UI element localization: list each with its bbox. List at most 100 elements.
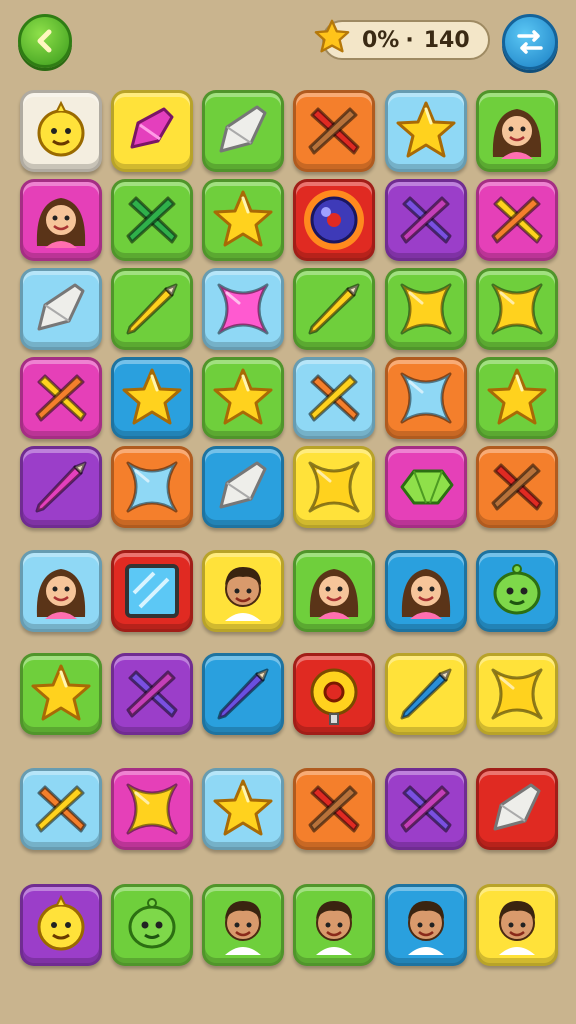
tile-r3-c4[interactable] bbox=[293, 268, 375, 350]
star-icon bbox=[487, 368, 547, 425]
x-star-icon bbox=[491, 283, 543, 335]
tile-r1-c1[interactable] bbox=[20, 90, 102, 172]
tile-r6-c3[interactable] bbox=[202, 550, 284, 632]
x-star-icon bbox=[126, 783, 178, 835]
x-star-icon bbox=[491, 668, 543, 720]
crossed-crayons-icon bbox=[308, 107, 360, 155]
bomb-orb-icon bbox=[304, 190, 364, 250]
tile-r7-c3[interactable] bbox=[202, 653, 284, 735]
tile-r9-c3[interactable] bbox=[202, 884, 284, 966]
tile-r5-c3[interactable] bbox=[202, 446, 284, 528]
x-star-icon bbox=[217, 283, 269, 335]
magenta-gem-icon bbox=[130, 107, 174, 149]
yellow-creature-icon bbox=[37, 894, 85, 951]
tile-r2-c6[interactable] bbox=[476, 179, 558, 261]
tile-r2-c3[interactable] bbox=[202, 179, 284, 261]
tile-r7-c4[interactable] bbox=[293, 653, 375, 735]
x-star-icon bbox=[308, 461, 360, 513]
tile-r4-c4[interactable] bbox=[293, 357, 375, 439]
tile-r5-c1[interactable] bbox=[20, 446, 102, 528]
crayon-icon bbox=[400, 668, 452, 720]
white-gem-icon bbox=[493, 783, 541, 831]
tile-r9-c6[interactable] bbox=[476, 884, 558, 966]
tile-r8-c5[interactable] bbox=[385, 768, 467, 850]
boy-face-icon bbox=[408, 901, 444, 955]
crossed-crayons-icon bbox=[491, 196, 543, 244]
tile-r4-c1[interactable] bbox=[20, 357, 102, 439]
tile-r3-c6[interactable] bbox=[476, 268, 558, 350]
tile-r6-c6[interactable] bbox=[476, 550, 558, 632]
girl-face-icon bbox=[309, 569, 359, 619]
tile-r1-c3[interactable] bbox=[202, 90, 284, 172]
tile-r4-c3[interactable] bbox=[202, 357, 284, 439]
x-star-icon bbox=[126, 461, 178, 513]
tile-r3-c5[interactable] bbox=[385, 268, 467, 350]
tile-r9-c4[interactable] bbox=[293, 884, 375, 966]
crossed-crayons-icon bbox=[126, 670, 178, 718]
star-icon bbox=[213, 190, 273, 247]
tile-r8-c1[interactable] bbox=[20, 768, 102, 850]
mirror-square-icon bbox=[125, 564, 179, 618]
green-creature-icon bbox=[128, 898, 176, 949]
tile-r5-c4[interactable] bbox=[293, 446, 375, 528]
tile-r7-c6[interactable] bbox=[476, 653, 558, 735]
tile-r7-c5[interactable] bbox=[385, 653, 467, 735]
crossed-crayons-icon bbox=[491, 463, 543, 511]
tile-r6-c2[interactable] bbox=[111, 550, 193, 632]
tile-r1-c4[interactable] bbox=[293, 90, 375, 172]
tile-r8-c2[interactable] bbox=[111, 768, 193, 850]
crayon-icon bbox=[217, 668, 269, 720]
crossed-crayons-icon bbox=[126, 196, 178, 244]
tile-r5-c2[interactable] bbox=[111, 446, 193, 528]
tile-r6-c5[interactable] bbox=[385, 550, 467, 632]
donut-ring-icon bbox=[310, 668, 358, 725]
girl-face-icon bbox=[36, 569, 86, 619]
tile-r8-c4[interactable] bbox=[293, 768, 375, 850]
boy-face-icon bbox=[225, 901, 261, 955]
tile-r1-c6[interactable] bbox=[476, 90, 558, 172]
crossed-crayons-icon bbox=[35, 785, 87, 833]
yellow-creature-icon bbox=[37, 100, 85, 157]
crossed-crayons-icon bbox=[35, 374, 87, 422]
tile-r8-c6[interactable] bbox=[476, 768, 558, 850]
tile-r5-c5[interactable] bbox=[385, 446, 467, 528]
star-icon bbox=[31, 664, 91, 721]
tile-r6-c4[interactable] bbox=[293, 550, 375, 632]
star-icon bbox=[122, 368, 182, 425]
girl-face-icon bbox=[492, 109, 542, 159]
crayon-icon bbox=[35, 461, 87, 513]
tile-r9-c1[interactable] bbox=[20, 884, 102, 966]
tile-r4-c5[interactable] bbox=[385, 357, 467, 439]
tile-r2-c5[interactable] bbox=[385, 179, 467, 261]
green-gem-icon bbox=[400, 469, 454, 505]
tile-r2-c1[interactable] bbox=[20, 179, 102, 261]
crayon-icon bbox=[126, 283, 178, 335]
tile-r2-c2[interactable] bbox=[111, 179, 193, 261]
white-gem-icon bbox=[219, 105, 267, 153]
tile-r8-c3[interactable] bbox=[202, 768, 284, 850]
girl-face-icon bbox=[36, 198, 86, 248]
tile-r6-c1[interactable] bbox=[20, 550, 102, 632]
boy-face-icon bbox=[225, 567, 261, 621]
boy-face-icon bbox=[499, 901, 535, 955]
tile-r1-c5[interactable] bbox=[385, 90, 467, 172]
green-creature-icon bbox=[493, 564, 541, 615]
tile-r4-c2[interactable] bbox=[111, 357, 193, 439]
star-icon bbox=[213, 779, 273, 836]
tile-r9-c2[interactable] bbox=[111, 884, 193, 966]
game-board bbox=[0, 0, 576, 1024]
tile-r5-c6[interactable] bbox=[476, 446, 558, 528]
tile-r4-c6[interactable] bbox=[476, 357, 558, 439]
tile-r3-c1[interactable] bbox=[20, 268, 102, 350]
white-gem-icon bbox=[219, 461, 267, 509]
tile-r7-c2[interactable] bbox=[111, 653, 193, 735]
tile-r9-c5[interactable] bbox=[385, 884, 467, 966]
boy-face-icon bbox=[316, 901, 352, 955]
tile-r2-c4[interactable] bbox=[293, 179, 375, 261]
tile-r7-c1[interactable] bbox=[20, 653, 102, 735]
star-icon bbox=[213, 368, 273, 425]
tile-r3-c3[interactable] bbox=[202, 268, 284, 350]
tile-r3-c2[interactable] bbox=[111, 268, 193, 350]
tile-r1-c2[interactable] bbox=[111, 90, 193, 172]
crossed-crayons-icon bbox=[400, 196, 452, 244]
